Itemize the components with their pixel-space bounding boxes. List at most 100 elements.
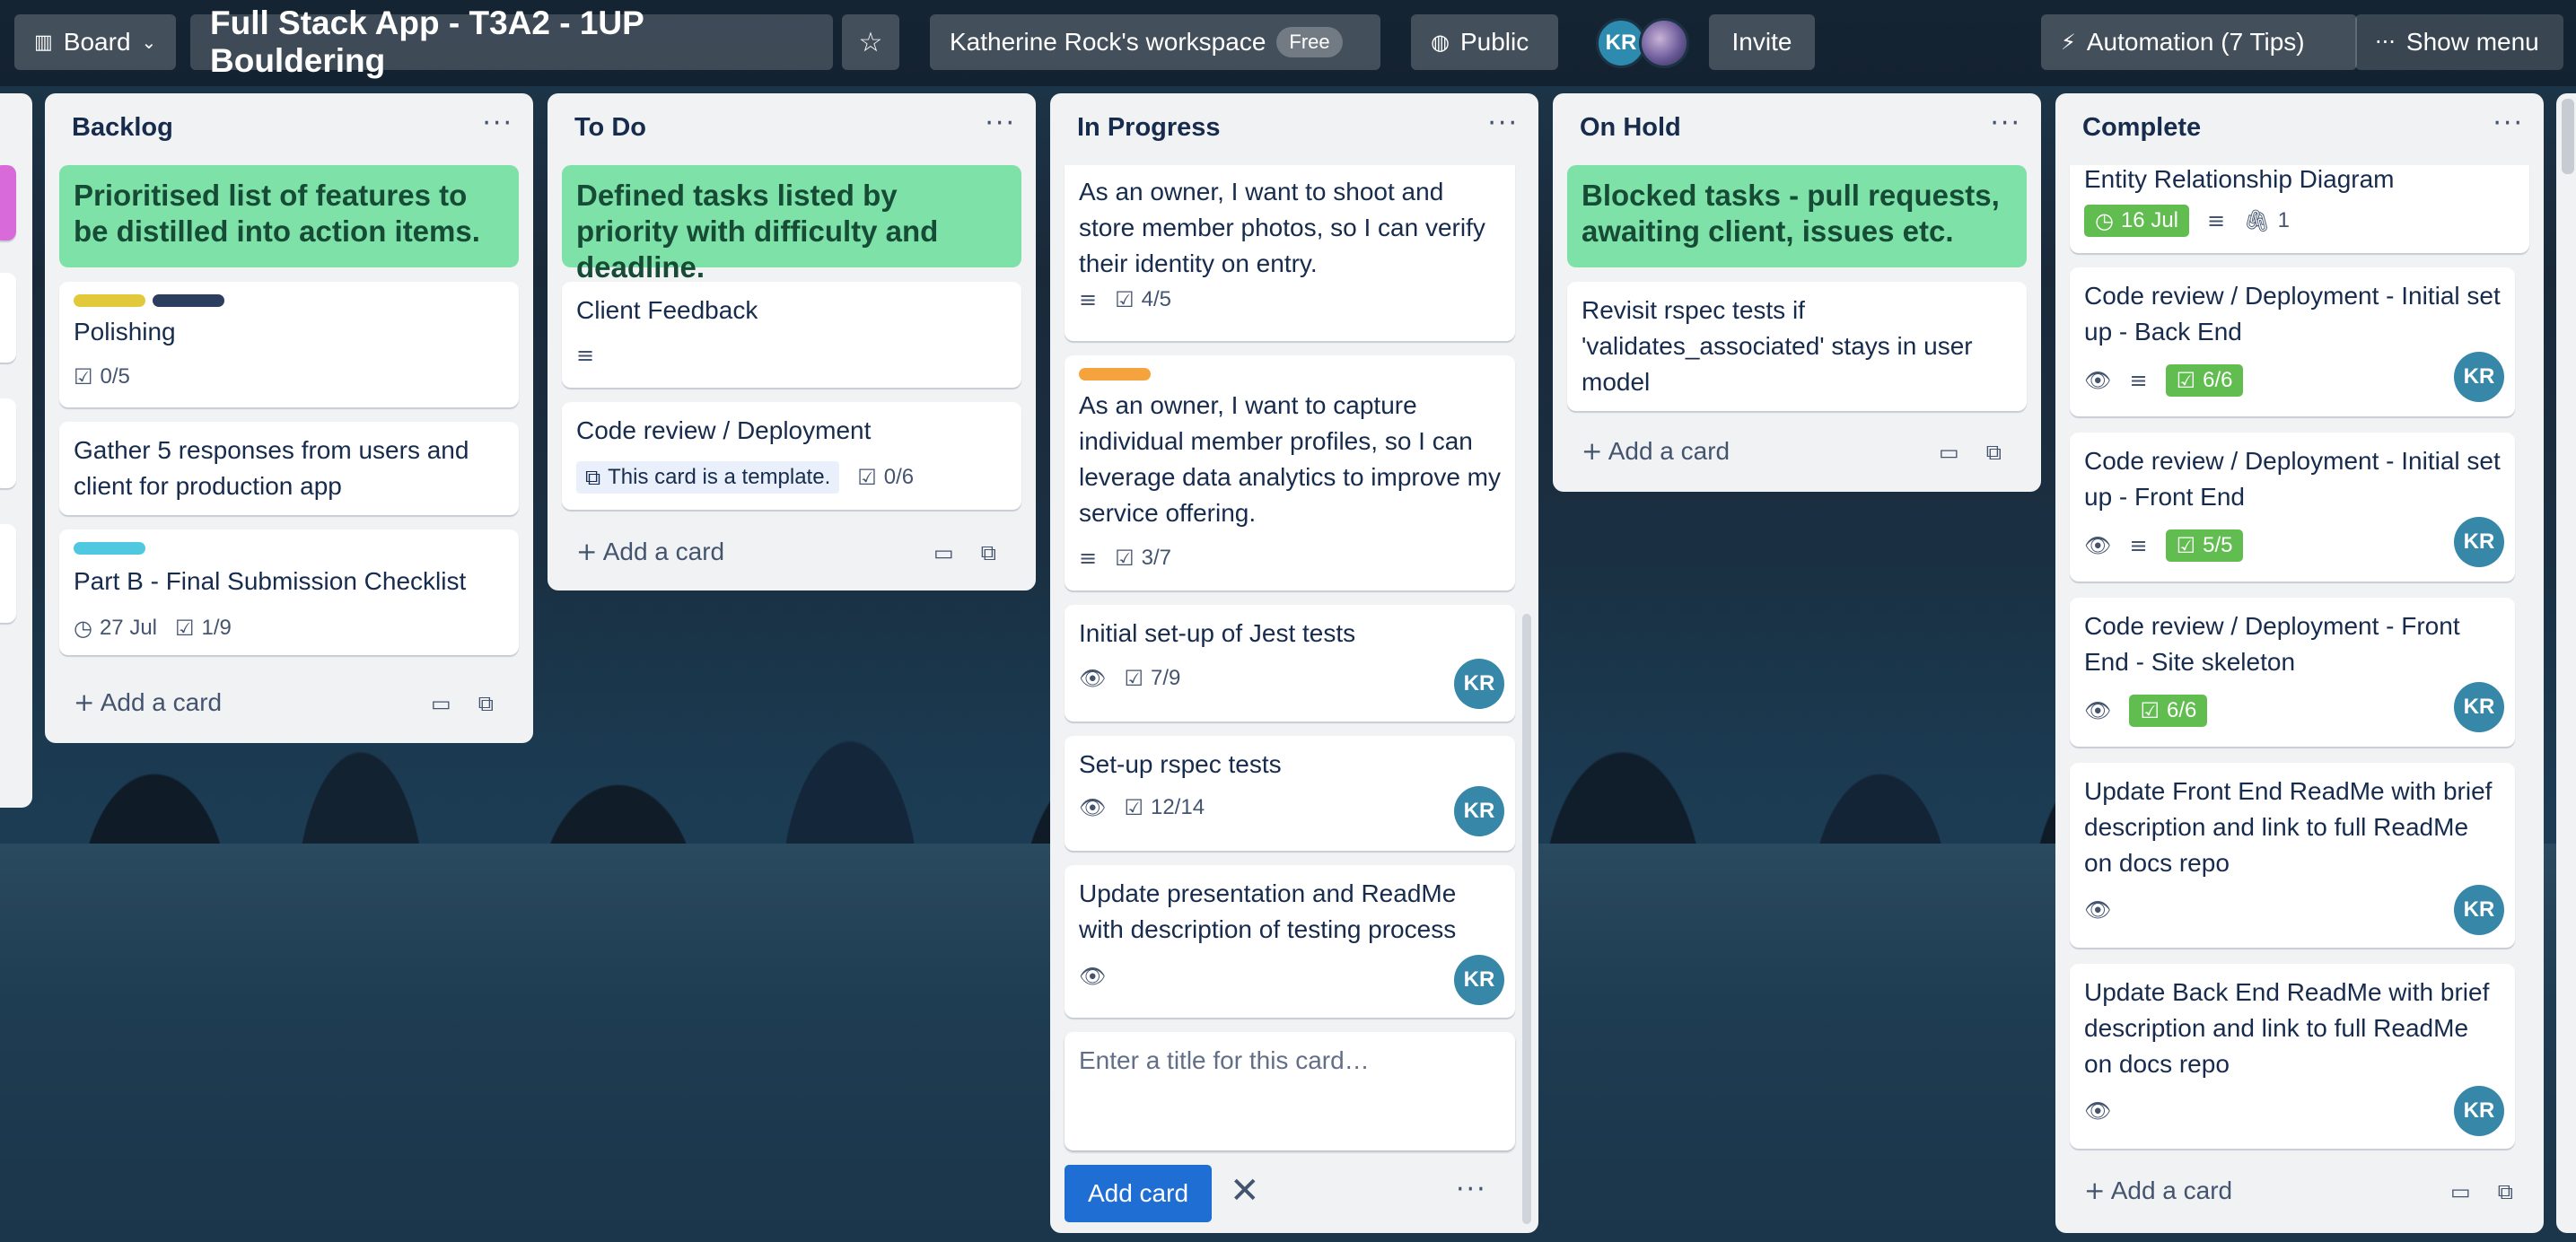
card-badges: ⧉ This card is a template. ☑ 0/6 — [576, 461, 914, 494]
card-partial-1[interactable] — [0, 165, 16, 241]
card[interactable]: Initial set-up of Jest tests 👁︎ ☑ 7/9 KR — [1065, 605, 1515, 722]
add-card-submit-button[interactable]: Add card — [1065, 1165, 1212, 1222]
card-badges: 👁︎ — [2084, 1098, 2111, 1124]
list-title[interactable]: To Do — [574, 113, 646, 143]
add-card-button[interactable]: + Add a card — [1582, 436, 1730, 466]
star-icon: ☆ — [858, 26, 883, 58]
workspace-button[interactable]: Katherine Rock's workspace Free — [930, 14, 1380, 70]
avatar[interactable]: KR — [1454, 659, 1504, 709]
card[interactable]: Polishing ☑ 0/5 — [59, 282, 519, 407]
list-title[interactable]: Backlog — [72, 113, 173, 143]
ellipsis-icon[interactable]: ··· — [1990, 108, 2021, 139]
card-partial-4[interactable] — [0, 524, 16, 623]
description-icon: ≡ — [1079, 546, 1098, 571]
card-title: Update Front End ReadMe with brief descr… — [2084, 777, 2493, 877]
ellipsis-icon[interactable]: ··· — [985, 108, 1016, 139]
ellipsis-icon[interactable]: ··· — [2493, 108, 2524, 139]
card[interactable]: Code review / Deployment - Initial set u… — [2070, 433, 2515, 582]
board-title[interactable]: Full Stack App - T3A2 - 1UP Bouldering — [190, 4, 833, 79]
avatar[interactable]: KR — [2454, 885, 2504, 935]
card[interactable]: Update Front End ReadMe with brief descr… — [2070, 763, 2515, 948]
avatar-initials: KR — [1463, 967, 1495, 992]
video-icon[interactable]: ▭ — [2450, 1179, 2471, 1204]
list-title[interactable]: On Hold — [1580, 113, 1681, 143]
card[interactable]: Set-up rspec tests 👁︎ ☑ 12/14 KR — [1065, 736, 1515, 851]
checklist-icon: ☑ — [74, 364, 93, 389]
card[interactable]: Client Feedback ≡ — [562, 282, 1021, 388]
avatar[interactable]: KR — [2454, 517, 2504, 567]
member-avatar-photo[interactable] — [1639, 18, 1689, 68]
card-badges: 👁︎ — [1079, 964, 1106, 989]
card[interactable]: Update presentation and ReadMe with desc… — [1065, 865, 1515, 1018]
card[interactable]: Entity Relationship Diagram ◷ 16 Jul ≡ 🖇︎… — [2070, 165, 2529, 253]
card-partial-2[interactable] — [0, 273, 16, 363]
template-icon[interactable]: ⧉ — [2498, 1179, 2513, 1204]
video-icon[interactable]: ▭ — [1939, 440, 1959, 465]
card[interactable]: Prioritised list of features to be disti… — [59, 165, 519, 267]
composer-input[interactable]: Enter a title for this card… — [1079, 1043, 1501, 1079]
card[interactable]: Code review / Deployment - Initial set u… — [2070, 267, 2515, 416]
add-card-button[interactable]: + Add a card — [2084, 1176, 2232, 1205]
list-title[interactable]: Complete — [2082, 113, 2201, 143]
avatar[interactable]: KR — [2454, 352, 2504, 402]
description-icon: ≡ — [2129, 533, 2148, 558]
list-in-progress: In Progress ··· As an owner, I want to s… — [1050, 93, 1538, 1233]
template-icon[interactable]: ⧉ — [478, 691, 494, 716]
visibility-button[interactable]: ◍ Public — [1411, 14, 1558, 70]
add-card-submit-label: Add card — [1087, 1179, 1189, 1207]
board-view-switcher[interactable]: ▥ Board ⌄ — [14, 14, 176, 70]
avatar[interactable]: KR — [1454, 786, 1504, 836]
card-title: Update presentation and ReadMe with desc… — [1079, 879, 1457, 943]
card-title: Entity Relationship Diagram — [2084, 165, 2395, 193]
card-badges: ☑ 0/5 — [74, 364, 130, 389]
invite-button[interactable]: Invite — [1709, 14, 1815, 70]
close-icon[interactable]: ✕ — [1230, 1170, 1260, 1211]
card-badges: ◷ 16 Jul ≡ 🖇︎ 1 — [2084, 205, 2290, 237]
add-card-button[interactable]: + Add a card — [576, 537, 724, 566]
eye-icon: 👁︎ — [2084, 533, 2112, 558]
avatar[interactable]: KR — [1454, 955, 1504, 1005]
video-icon[interactable]: ▭ — [933, 540, 954, 565]
card[interactable]: Revisit rspec tests if 'validates_associ… — [1567, 282, 2027, 411]
scrollbar-thumb[interactable] — [2562, 99, 2574, 174]
card[interactable]: Code review / Deployment ⧉ This card is a… — [562, 402, 1021, 510]
ellipsis-icon[interactable]: ··· — [482, 108, 513, 139]
video-icon[interactable]: ▭ — [431, 691, 451, 716]
card-title: As an owner, I want to shoot and store m… — [1079, 178, 1485, 277]
card[interactable]: Update Back End ReadMe with brief descri… — [2070, 964, 2515, 1149]
template-icon[interactable]: ⧉ — [981, 540, 996, 565]
avatar-initials: KR — [2463, 897, 2495, 922]
card[interactable]: Code review / Deployment - Front End - S… — [2070, 598, 2515, 747]
card[interactable]: As an owner, I want to shoot and store m… — [1065, 165, 1515, 341]
list-footer-icons: ▭ ⧉ — [933, 540, 996, 565]
card[interactable]: Defined tasks listed by priority with di… — [562, 165, 1021, 284]
board-header: ▥ Board ⌄ Full Stack App - T3A2 - 1UP Bo… — [0, 0, 2576, 86]
card[interactable]: Blocked tasks - pull requests, awaiting … — [1567, 165, 2027, 267]
template-icon[interactable]: ⧉ — [1986, 440, 2002, 465]
list-title[interactable]: In Progress — [1077, 113, 1221, 143]
ellipsis-icon[interactable]: ··· — [1487, 108, 1519, 139]
card-partial-3[interactable] — [0, 398, 16, 488]
avatar[interactable]: KR — [2454, 1086, 2504, 1136]
member-initials: KR — [1605, 31, 1637, 55]
list-partial-right — [2556, 93, 2576, 1233]
attachment-icon: 🖇︎ — [2243, 208, 2271, 233]
show-menu-button[interactable]: ··· Show menu — [2355, 14, 2563, 70]
plus-icon: + — [74, 687, 95, 717]
avatar-initials: KR — [1463, 799, 1495, 823]
card-composer[interactable]: Enter a title for this card… — [1065, 1032, 1515, 1150]
plan-badge: Free — [1276, 27, 1343, 57]
card-title: Code review / Deployment - Front End - S… — [2084, 612, 2460, 676]
checklist-icon: ☑ — [1115, 546, 1135, 571]
card[interactable]: Gather 5 responses from users and client… — [59, 422, 519, 515]
checklist-count: 12/14 — [1150, 795, 1205, 819]
list-scrollbar[interactable] — [1522, 614, 1531, 1224]
add-card-button[interactable]: + Add a card — [74, 687, 222, 717]
card[interactable]: Part B - Final Submission Checklist ◷ 27 … — [59, 529, 519, 655]
ellipsis-icon[interactable]: ··· — [1456, 1174, 1487, 1205]
checklist-count: 0/5 — [100, 364, 130, 389]
star-button[interactable]: ☆ — [842, 14, 899, 70]
avatar[interactable]: KR — [2454, 682, 2504, 732]
automation-button[interactable]: ⚡︎ Automation (7 Tips) — [2041, 14, 2357, 70]
card[interactable]: As an owner, I want to capture individua… — [1065, 355, 1515, 590]
